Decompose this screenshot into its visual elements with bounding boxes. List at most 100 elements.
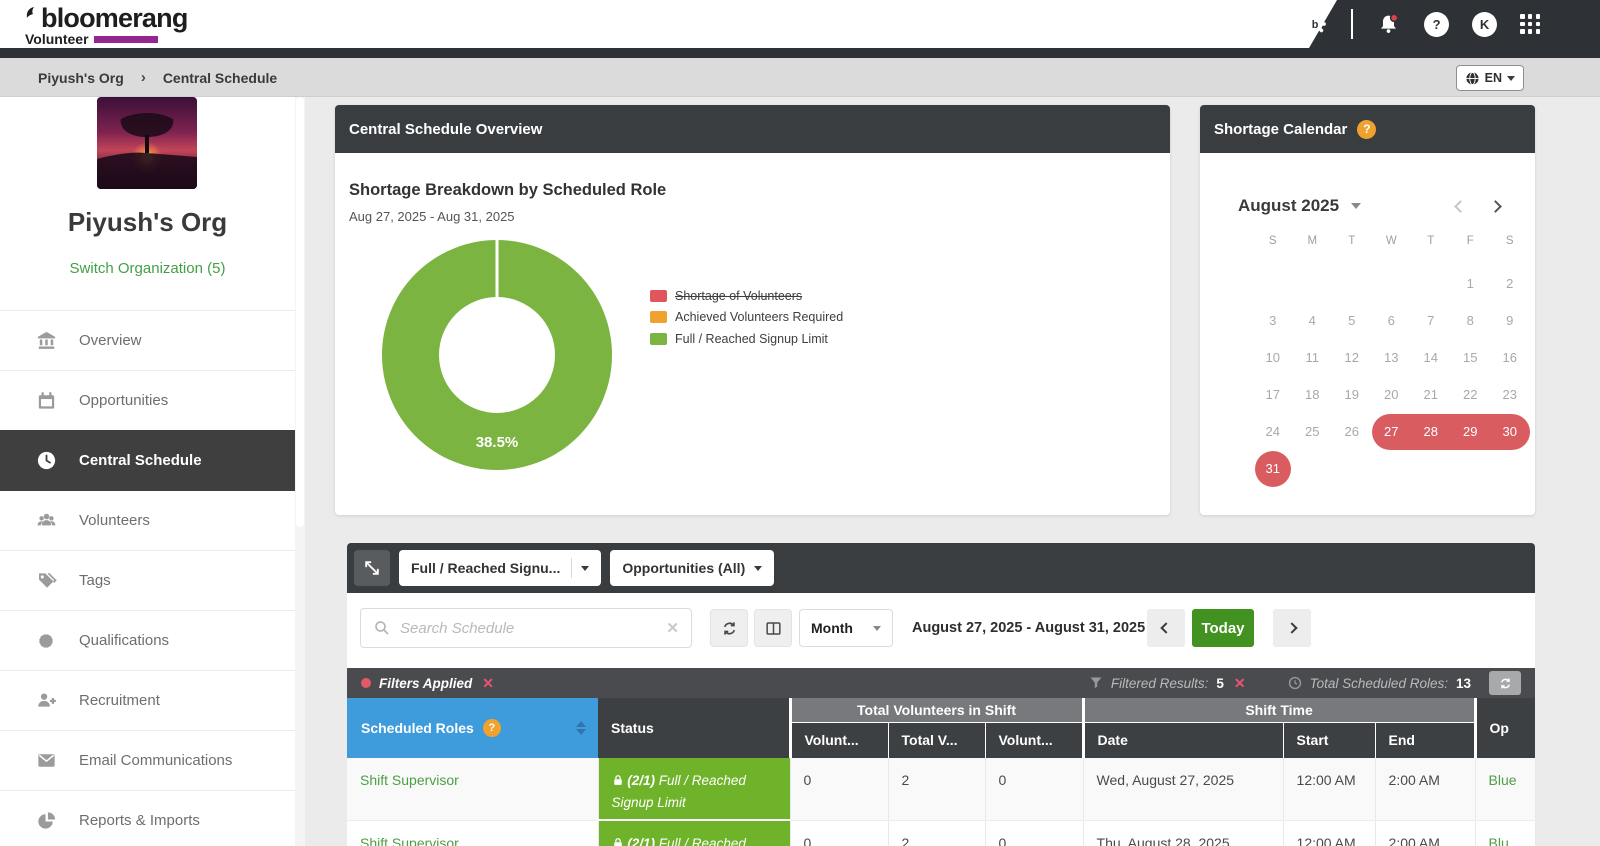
opportunity-link[interactable]: Blu <box>1489 835 1509 846</box>
notifications-bell-icon[interactable] <box>1376 12 1401 37</box>
column-header-scheduled-roles[interactable]: Scheduled Roles ? <box>347 698 598 758</box>
calendar-day-1[interactable]: 1 <box>1451 265 1491 302</box>
column-header-total-volunteers[interactable]: Total V... <box>888 722 985 758</box>
column-header-end[interactable]: End <box>1375 722 1475 758</box>
calendar-day-4[interactable]: 4 <box>1293 302 1333 339</box>
donut-chart[interactable]: 38.5% <box>377 235 617 475</box>
opportunities-filter-dropdown[interactable]: Opportunities (All) <box>610 550 774 586</box>
calendar-day-15[interactable]: 15 <box>1451 339 1491 376</box>
calendar-day-27[interactable]: 27 <box>1372 414 1412 450</box>
role-link[interactable]: Shift Supervisor <box>360 772 459 788</box>
logo-area: bloomerang Volunteer <box>0 0 1337 48</box>
search-clear-icon[interactable]: ✕ <box>666 619 679 637</box>
volunteers-cell-2: 0 <box>985 820 1083 846</box>
calendar-day-2[interactable]: 2 <box>1490 265 1530 302</box>
legend-item-full[interactable]: Full / Reached Signup Limit <box>650 328 843 350</box>
top-bar: bloomerang Volunteer b <box>0 0 1600 58</box>
sidebar-item-opportunities[interactable]: Opportunities <box>0 370 295 430</box>
calendar-day-6[interactable]: 6 <box>1372 302 1412 339</box>
calendar-day-23[interactable]: 23 <box>1490 376 1530 413</box>
sidebar-item-volunteers[interactable]: Volunteers <box>0 490 295 550</box>
column-header-opportunity[interactable]: Op <box>1475 698 1535 758</box>
calendar-day-19[interactable]: 19 <box>1332 376 1372 413</box>
sidebar-item-tags[interactable]: Tags <box>0 550 295 610</box>
refresh-icon <box>1498 676 1513 691</box>
calendar-day-28[interactable]: 28 <box>1411 414 1451 450</box>
calendar-day-16[interactable]: 16 <box>1490 339 1530 376</box>
column-header-volunteers-1[interactable]: Volunt... <box>790 722 888 758</box>
clear-filters-icon[interactable]: ✕ <box>482 675 494 692</box>
calendar-day-20[interactable]: 20 <box>1372 376 1412 413</box>
calendar-day-empty <box>1411 265 1451 302</box>
org-avatar[interactable] <box>97 97 197 189</box>
column-header-status[interactable]: Status <box>598 698 790 758</box>
opportunity-link[interactable]: Blue <box>1489 772 1517 788</box>
calendar-day-30[interactable]: 30 <box>1490 414 1530 450</box>
calendar-prev-icon[interactable] <box>1454 200 1467 213</box>
calendar-day-5[interactable]: 5 <box>1332 302 1372 339</box>
switch-organization-link[interactable]: Switch Organization (5) <box>0 260 295 277</box>
calendar-day-14[interactable]: 14 <box>1411 339 1451 376</box>
settings-gear-icon[interactable]: b <box>1302 11 1328 37</box>
column-header-start[interactable]: Start <box>1283 722 1375 758</box>
language-selector[interactable]: EN <box>1456 65 1524 91</box>
group-header-shift-time: Shift Time <box>1083 698 1475 722</box>
calendar-month-label[interactable]: August 2025 <box>1238 196 1339 216</box>
legend-item-shortage[interactable]: Shortage of Volunteers <box>650 285 843 307</box>
breadcrumb-org[interactable]: Piyush's Org <box>38 70 124 86</box>
calendar-day-10[interactable]: 10 <box>1253 339 1293 376</box>
calendar-panel-header: Shortage Calendar ? <box>1200 105 1535 153</box>
help-badge-icon[interactable]: ? <box>1357 120 1376 139</box>
refresh-button[interactable] <box>710 609 748 647</box>
calendar-day-3[interactable]: 3 <box>1253 302 1293 339</box>
help-icon[interactable]: ? <box>1424 12 1449 37</box>
column-header-volunteers-2[interactable]: Volunt... <box>985 722 1083 758</box>
status-filter-dropdown[interactable]: Full / Reached Signu... <box>399 550 601 586</box>
date-cell: Wed, August 27, 2025 <box>1083 758 1283 820</box>
calendar-day-31[interactable]: 31 <box>1255 451 1291 487</box>
table-refresh-button[interactable] <box>1489 671 1521 695</box>
content-scrollbar[interactable] <box>295 97 305 846</box>
calendar-day-26[interactable]: 26 <box>1332 413 1372 450</box>
role-link[interactable]: Shift Supervisor <box>360 835 459 846</box>
calendar-day-9[interactable]: 9 <box>1490 302 1530 339</box>
chevron-left-icon <box>1160 622 1171 633</box>
next-period-button[interactable] <box>1273 609 1311 647</box>
calendar-day-8[interactable]: 8 <box>1451 302 1491 339</box>
sidebar-item-recruitment[interactable]: Recruitment <box>0 670 295 730</box>
calendar-day-21[interactable]: 21 <box>1411 376 1451 413</box>
prev-period-button[interactable] <box>1147 609 1185 647</box>
table-row[interactable]: Shift Supervisor (2/1) Full / Reached Si… <box>347 820 1535 846</box>
view-mode-select[interactable]: Month <box>799 609 893 647</box>
calendar-next-icon[interactable] <box>1489 200 1502 213</box>
help-badge-icon[interactable]: ? <box>483 719 501 737</box>
avatar[interactable]: K <box>1472 12 1497 37</box>
calendar-day-24[interactable]: 24 <box>1253 413 1293 450</box>
expand-button[interactable] <box>354 550 390 586</box>
sidebar-item-qualifications[interactable]: Qualifications <box>0 610 295 670</box>
sidebar-item-overview[interactable]: Overview <box>0 310 295 370</box>
column-header-date[interactable]: Date <box>1083 722 1283 758</box>
calendar-day-13[interactable]: 13 <box>1372 339 1412 376</box>
app-grid-icon[interactable] <box>1520 14 1540 34</box>
calendar-day-11[interactable]: 11 <box>1293 339 1333 376</box>
split-view-button[interactable] <box>754 609 792 647</box>
clear-results-filter-icon[interactable]: ✕ <box>1234 675 1246 692</box>
calendar-day-7[interactable]: 7 <box>1411 302 1451 339</box>
calendar-day-22[interactable]: 22 <box>1451 376 1491 413</box>
sidebar-item-email-communications[interactable]: Email Communications <box>0 730 295 790</box>
sidebar-item-reports-imports[interactable]: Reports & Imports <box>0 790 295 846</box>
today-button[interactable]: Today <box>1192 609 1254 647</box>
calendar-day-18[interactable]: 18 <box>1293 376 1333 413</box>
sort-icon[interactable] <box>576 721 586 735</box>
calendar-day-29[interactable]: 29 <box>1451 414 1491 450</box>
calendar-day-25[interactable]: 25 <box>1293 413 1333 450</box>
legend-item-achieved[interactable]: Achieved Volunteers Required <box>650 307 843 329</box>
search-input[interactable] <box>400 620 657 637</box>
table-row[interactable]: Shift Supervisor (2/1) Full / Reached Si… <box>347 758 1535 820</box>
calendar-day-12[interactable]: 12 <box>1332 339 1372 376</box>
calendar-day-17[interactable]: 17 <box>1253 376 1293 413</box>
sidebar-item-central-schedule[interactable]: Central Schedule <box>0 430 295 490</box>
group-header-total-volunteers: Total Volunteers in Shift <box>790 698 1083 722</box>
schedule-date-range: August 27, 2025 - August 31, 2025 <box>912 609 1145 647</box>
